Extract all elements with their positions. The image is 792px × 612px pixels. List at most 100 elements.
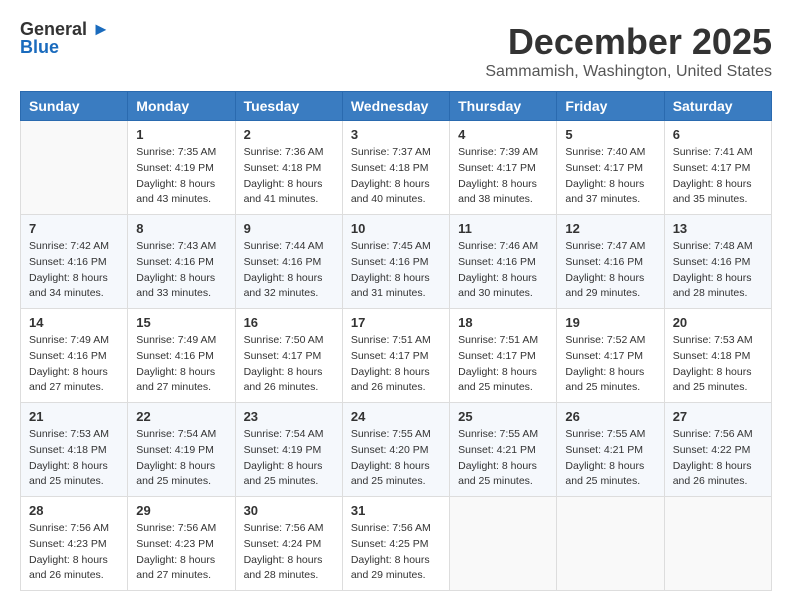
day-number: 3 [351,127,441,142]
calendar-week-row: 1 Sunrise: 7:35 AMSunset: 4:19 PMDaylight… [21,121,772,215]
calendar-cell: 2 Sunrise: 7:36 AMSunset: 4:18 PMDaylight… [235,121,342,215]
day-info: Sunrise: 7:49 AMSunset: 4:16 PMDaylight:… [136,333,226,396]
day-info: Sunrise: 7:54 AMSunset: 4:19 PMDaylight:… [244,427,334,490]
day-number: 17 [351,315,441,330]
calendar-cell: 28 Sunrise: 7:56 AMSunset: 4:23 PMDayligh… [21,497,128,591]
calendar-cell: 17 Sunrise: 7:51 AMSunset: 4:17 PMDayligh… [342,309,449,403]
day-info: Sunrise: 7:40 AMSunset: 4:17 PMDaylight:… [565,145,655,208]
title-block: December 2025 Sammamish, Washington, Uni… [485,20,772,81]
calendar-cell: 6 Sunrise: 7:41 AMSunset: 4:17 PMDaylight… [664,121,771,215]
day-number: 16 [244,315,334,330]
calendar-header-row: SundayMondayTuesdayWednesdayThursdayFrid… [21,92,772,121]
day-number: 18 [458,315,548,330]
day-info: Sunrise: 7:52 AMSunset: 4:17 PMDaylight:… [565,333,655,396]
calendar-cell: 18 Sunrise: 7:51 AMSunset: 4:17 PMDayligh… [450,309,557,403]
calendar-cell: 30 Sunrise: 7:56 AMSunset: 4:24 PMDayligh… [235,497,342,591]
calendar-cell: 19 Sunrise: 7:52 AMSunset: 4:17 PMDayligh… [557,309,664,403]
day-info: Sunrise: 7:43 AMSunset: 4:16 PMDaylight:… [136,239,226,302]
calendar-cell: 16 Sunrise: 7:50 AMSunset: 4:17 PMDayligh… [235,309,342,403]
day-number: 15 [136,315,226,330]
day-number: 4 [458,127,548,142]
calendar-cell: 27Sunrise: 7:56 AMSunset: 4:22 PMDayligh… [664,403,771,497]
day-number: 10 [351,221,441,236]
page-header: General ► Blue December 2025 Sammamish, … [20,20,772,81]
day-info: Sunrise: 7:47 AMSunset: 4:16 PMDaylight:… [565,239,655,302]
day-number: 20 [673,315,763,330]
month-title: December 2025 [485,20,772,63]
calendar-cell: 10 Sunrise: 7:45 AMSunset: 4:16 PMDayligh… [342,215,449,309]
calendar-cell: 15 Sunrise: 7:49 AMSunset: 4:16 PMDayligh… [128,309,235,403]
day-info: Sunrise: 7:41 AMSunset: 4:17 PMDaylight:… [673,145,763,208]
calendar-cell: 1 Sunrise: 7:35 AMSunset: 4:19 PMDaylight… [128,121,235,215]
calendar: SundayMondayTuesdayWednesdayThursdayFrid… [20,91,772,591]
calendar-week-row: 28 Sunrise: 7:56 AMSunset: 4:23 PMDayligh… [21,497,772,591]
day-info: Sunrise: 7:39 AMSunset: 4:17 PMDaylight:… [458,145,548,208]
day-info: Sunrise: 7:51 AMSunset: 4:17 PMDaylight:… [458,333,548,396]
day-number: 19 [565,315,655,330]
calendar-header-wednesday: Wednesday [342,92,449,121]
calendar-cell: 13 Sunrise: 7:48 AMSunset: 4:16 PMDayligh… [664,215,771,309]
calendar-cell: 31Sunrise: 7:56 AMSunset: 4:25 PMDayligh… [342,497,449,591]
day-number: 2 [244,127,334,142]
day-info: Sunrise: 7:53 AMSunset: 4:18 PMDaylight:… [673,333,763,396]
day-info: Sunrise: 7:54 AMSunset: 4:19 PMDaylight:… [136,427,226,490]
day-info: Sunrise: 7:37 AMSunset: 4:18 PMDaylight:… [351,145,441,208]
calendar-cell: 12Sunrise: 7:47 AMSunset: 4:16 PMDayligh… [557,215,664,309]
calendar-cell: 25Sunrise: 7:55 AMSunset: 4:21 PMDayligh… [450,403,557,497]
logo: General ► Blue [20,20,110,56]
calendar-cell: 9 Sunrise: 7:44 AMSunset: 4:16 PMDaylight… [235,215,342,309]
calendar-cell [664,497,771,591]
day-info: Sunrise: 7:51 AMSunset: 4:17 PMDaylight:… [351,333,441,396]
calendar-header-sunday: Sunday [21,92,128,121]
day-number: 28 [29,503,119,518]
day-info: Sunrise: 7:36 AMSunset: 4:18 PMDaylight:… [244,145,334,208]
day-info: Sunrise: 7:56 AMSunset: 4:23 PMDaylight:… [29,521,119,584]
calendar-header-tuesday: Tuesday [235,92,342,121]
day-number: 22 [136,409,226,424]
day-info: Sunrise: 7:55 AMSunset: 4:20 PMDaylight:… [351,427,441,490]
day-number: 21 [29,409,119,424]
day-info: Sunrise: 7:44 AMSunset: 4:16 PMDaylight:… [244,239,334,302]
calendar-cell: 24Sunrise: 7:55 AMSunset: 4:20 PMDayligh… [342,403,449,497]
calendar-cell: 4 Sunrise: 7:39 AMSunset: 4:17 PMDaylight… [450,121,557,215]
calendar-cell: 22 Sunrise: 7:54 AMSunset: 4:19 PMDayligh… [128,403,235,497]
calendar-cell: 5 Sunrise: 7:40 AMSunset: 4:17 PMDaylight… [557,121,664,215]
day-number: 1 [136,127,226,142]
calendar-cell: 23 Sunrise: 7:54 AMSunset: 4:19 PMDayligh… [235,403,342,497]
day-info: Sunrise: 7:45 AMSunset: 4:16 PMDaylight:… [351,239,441,302]
day-info: Sunrise: 7:50 AMSunset: 4:17 PMDaylight:… [244,333,334,396]
calendar-cell: 21 Sunrise: 7:53 AMSunset: 4:18 PMDayligh… [21,403,128,497]
calendar-cell [557,497,664,591]
calendar-cell: 8Sunrise: 7:43 AMSunset: 4:16 PMDaylight… [128,215,235,309]
day-number: 31 [351,503,441,518]
logo-icon: ► [92,19,110,39]
day-number: 9 [244,221,334,236]
day-info: Sunrise: 7:35 AMSunset: 4:19 PMDaylight:… [136,145,226,208]
day-info: Sunrise: 7:56 AMSunset: 4:24 PMDaylight:… [244,521,334,584]
location: Sammamish, Washington, United States [485,63,772,81]
day-number: 29 [136,503,226,518]
calendar-cell: 20 Sunrise: 7:53 AMSunset: 4:18 PMDayligh… [664,309,771,403]
calendar-week-row: 21 Sunrise: 7:53 AMSunset: 4:18 PMDayligh… [21,403,772,497]
logo-text: General ► Blue [20,20,110,56]
day-number: 23 [244,409,334,424]
day-number: 30 [244,503,334,518]
calendar-header-monday: Monday [128,92,235,121]
day-number: 14 [29,315,119,330]
day-number: 5 [565,127,655,142]
day-info: Sunrise: 7:48 AMSunset: 4:16 PMDaylight:… [673,239,763,302]
day-number: 13 [673,221,763,236]
day-info: Sunrise: 7:49 AMSunset: 4:16 PMDaylight:… [29,333,119,396]
day-info: Sunrise: 7:55 AMSunset: 4:21 PMDaylight:… [565,427,655,490]
calendar-header-saturday: Saturday [664,92,771,121]
day-info: Sunrise: 7:42 AMSunset: 4:16 PMDaylight:… [29,239,119,302]
day-number: 25 [458,409,548,424]
day-number: 6 [673,127,763,142]
day-number: 26 [565,409,655,424]
calendar-cell: 7Sunrise: 7:42 AMSunset: 4:16 PMDaylight… [21,215,128,309]
calendar-header-thursday: Thursday [450,92,557,121]
day-info: Sunrise: 7:53 AMSunset: 4:18 PMDaylight:… [29,427,119,490]
calendar-cell: 14 Sunrise: 7:49 AMSunset: 4:16 PMDayligh… [21,309,128,403]
day-number: 27 [673,409,763,424]
calendar-cell: 29Sunrise: 7:56 AMSunset: 4:23 PMDayligh… [128,497,235,591]
